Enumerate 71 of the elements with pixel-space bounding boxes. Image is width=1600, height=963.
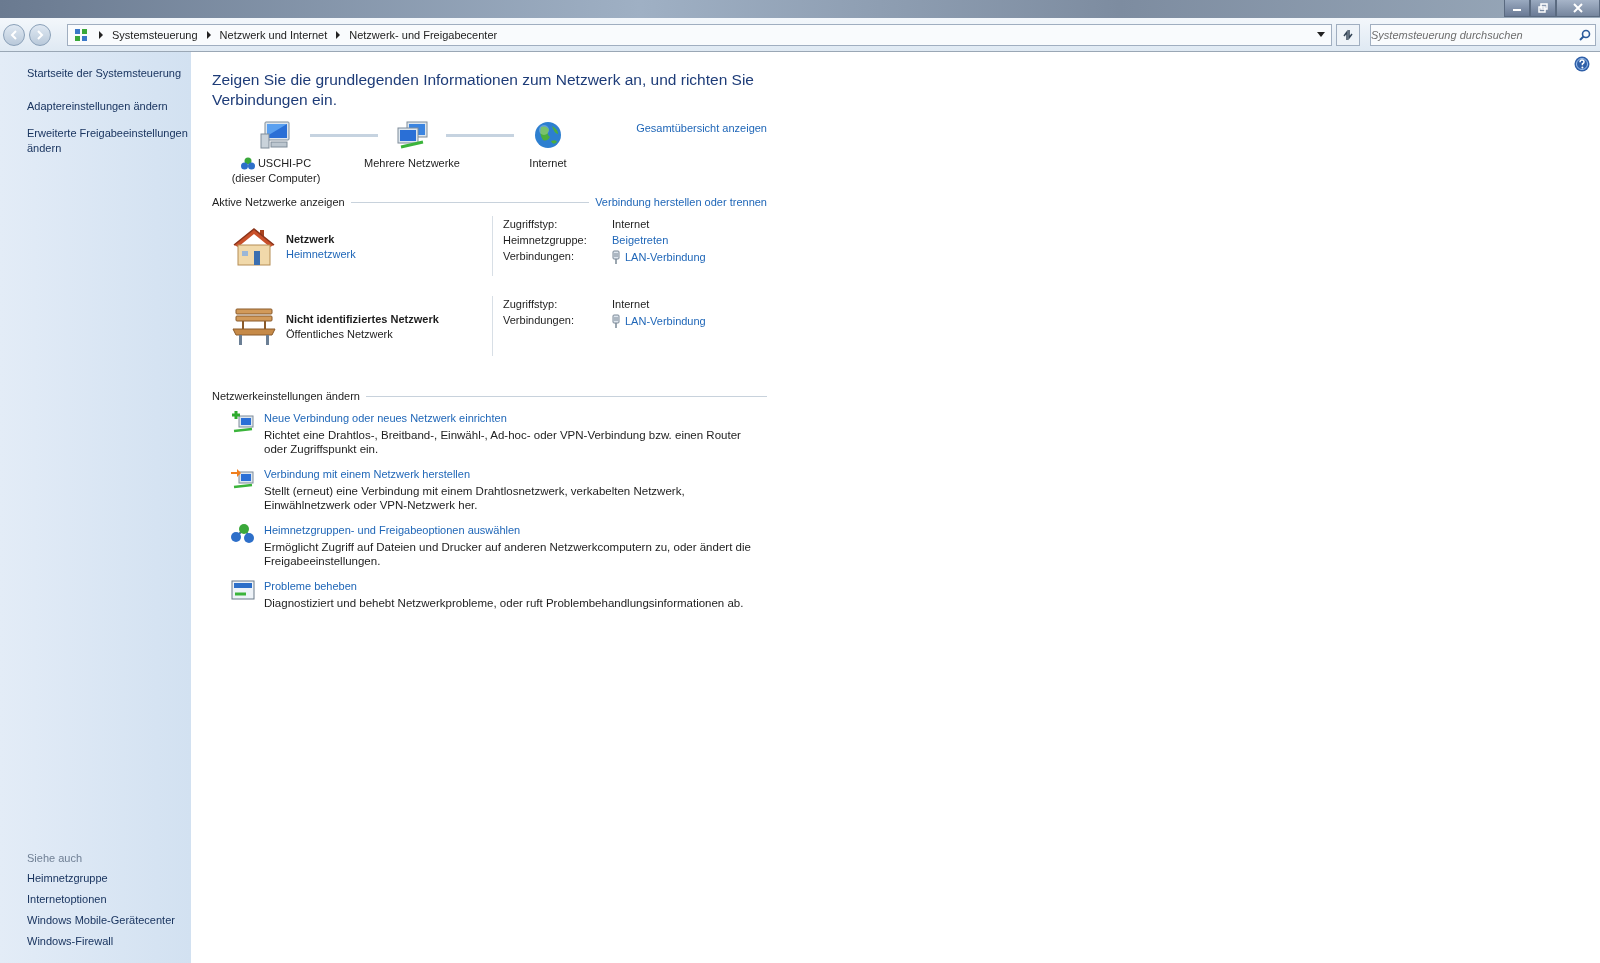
computer-icon — [259, 120, 293, 150]
minimize-button[interactable] — [1504, 0, 1530, 17]
node-label: Mehrere Netzwerke — [364, 156, 460, 171]
section-title: Netzwerkeinstellungen ändern — [212, 390, 360, 402]
task-description: Stellt (erneut) eine Verbindung mit einem Drahtlosnetzwerk, verkabelten Netzwerk, Einwählnetzwerk oder VPN-Netzwerk her. — [264, 484, 686, 512]
property-label: Zugriffstyp: — [503, 218, 559, 230]
connect-disconnect-link[interactable]: Verbindung herstellen oder trennen — [595, 196, 767, 208]
network-type: Öffentliches Netzwerk — [286, 327, 394, 340]
node-label: Internet — [529, 156, 567, 171]
sidebar-link[interactable]: Startseite der Systemsteuerung — [27, 66, 191, 81]
section-title: Aktive Netzwerke anzeigen — [212, 196, 345, 208]
control-panel-icon — [74, 27, 88, 42]
restore-button[interactable] — [1530, 0, 1556, 17]
see-also-link[interactable]: Windows-Firewall — [27, 934, 191, 949]
homegroup-icon — [240, 157, 255, 170]
task-link[interactable]: Probleme beheben — [264, 580, 744, 592]
full-map-link[interactable]: Gesamtübersicht anzeigen — [636, 122, 767, 134]
see-also-link[interactable]: Windows Mobile-Gerätecenter — [27, 913, 191, 928]
close-button[interactable] — [1556, 0, 1600, 17]
connection-link[interactable]: LAN-Verbindung — [625, 315, 706, 327]
network-name: Nicht identifiziertes Netzwerk — [286, 312, 439, 325]
sidebar-link[interactable]: Erweiterte Freigabeeinstellungen ändern — [27, 126, 191, 156]
page-heading: Zeigen Sie die grundlegenden Informationen zum Netzwerk an, und richten Sie Verbindungen ein. — [212, 70, 755, 110]
task-link[interactable]: Neue Verbindung oder neues Netzwerk einrichten — [264, 412, 767, 424]
network-name: Netzwerk — [286, 232, 336, 245]
chevron-icon — [97, 29, 105, 40]
property-link[interactable]: Beigetreten — [612, 234, 669, 246]
node-label: USCHI-PC — [257, 156, 312, 171]
breadcrumb[interactable]: Netzwerk und Internet — [219, 28, 328, 41]
chevron-icon — [204, 29, 213, 40]
network-arrow-icon — [230, 466, 256, 490]
task-description: Diagnostiziert und behebt Netzwerkprobleme, oder ruft Problembehandlungsinformationen ab. — [264, 596, 744, 610]
property-label: Verbindungen: — [503, 314, 575, 328]
property-value: Internet — [612, 298, 650, 310]
bench-icon — [230, 305, 278, 347]
property-value: Internet — [612, 218, 650, 230]
search-icon — [1579, 28, 1591, 41]
breadcrumb[interactable]: Netzwerk- und Freigabecenter — [349, 28, 498, 41]
property-label: Verbindungen: — [503, 250, 575, 264]
computers-icon — [395, 120, 429, 150]
property-label: Heimnetzgruppe: — [503, 234, 588, 246]
restore-icon — [1538, 3, 1548, 13]
connection-line — [446, 134, 514, 137]
chevron-icon — [334, 29, 343, 40]
refresh-icon — [1341, 27, 1355, 42]
plug-icon — [612, 250, 620, 264]
task-link[interactable]: Verbindung mit einem Netzwerk herstellen — [264, 468, 767, 480]
network-plus-icon — [230, 410, 256, 434]
task-description: Ermöglicht Zugriff auf Dateien und Drucker auf anderen Netzwerkcomputern zu, oder ändert die Freigabeeinstellungen. — [264, 540, 752, 568]
sidebar-link[interactable]: Adaptereinstellungen ändern — [27, 99, 191, 114]
dropdown-arrow-icon — [1317, 31, 1325, 38]
help-icon[interactable] — [1574, 56, 1590, 72]
connection-link[interactable]: LAN-Verbindung — [625, 251, 706, 263]
section-label: Siehe auch — [27, 852, 84, 864]
network-type-link[interactable]: Heimnetzwerk — [286, 247, 356, 260]
address-field[interactable]: Systemsteuerung Netzwerk und Internet Netzwerk- und Freigabecenter — [67, 23, 1332, 46]
see-also-link[interactable]: Internetoptionen — [27, 892, 191, 907]
breadcrumb[interactable]: Systemsteuerung — [112, 28, 198, 41]
connection-line — [310, 134, 378, 137]
homegroup-icon — [230, 522, 256, 546]
plug-icon — [612, 314, 620, 328]
node-sublabel: (dieser Computer) — [231, 171, 321, 186]
refresh-button[interactable] — [1336, 23, 1360, 46]
troubleshoot-icon — [230, 578, 256, 602]
see-also-link[interactable]: Heimnetzgruppe — [27, 871, 191, 886]
task-link[interactable]: Heimnetzgruppen- und Freigabeoptionen auswählen — [264, 524, 767, 536]
close-icon — [1573, 3, 1583, 13]
property-label: Zugriffstyp: — [503, 298, 559, 310]
globe-icon — [533, 120, 563, 150]
task-description: Richtet eine Drahtlos-, Breitband-, Einwähl-, Ad-hoc- oder VPN-Verbindung bzw. einen Router oder Zugriffspunkt ein. — [264, 428, 742, 456]
search-field[interactable]: Systemsteuerung durchsuchen — [1370, 23, 1596, 46]
